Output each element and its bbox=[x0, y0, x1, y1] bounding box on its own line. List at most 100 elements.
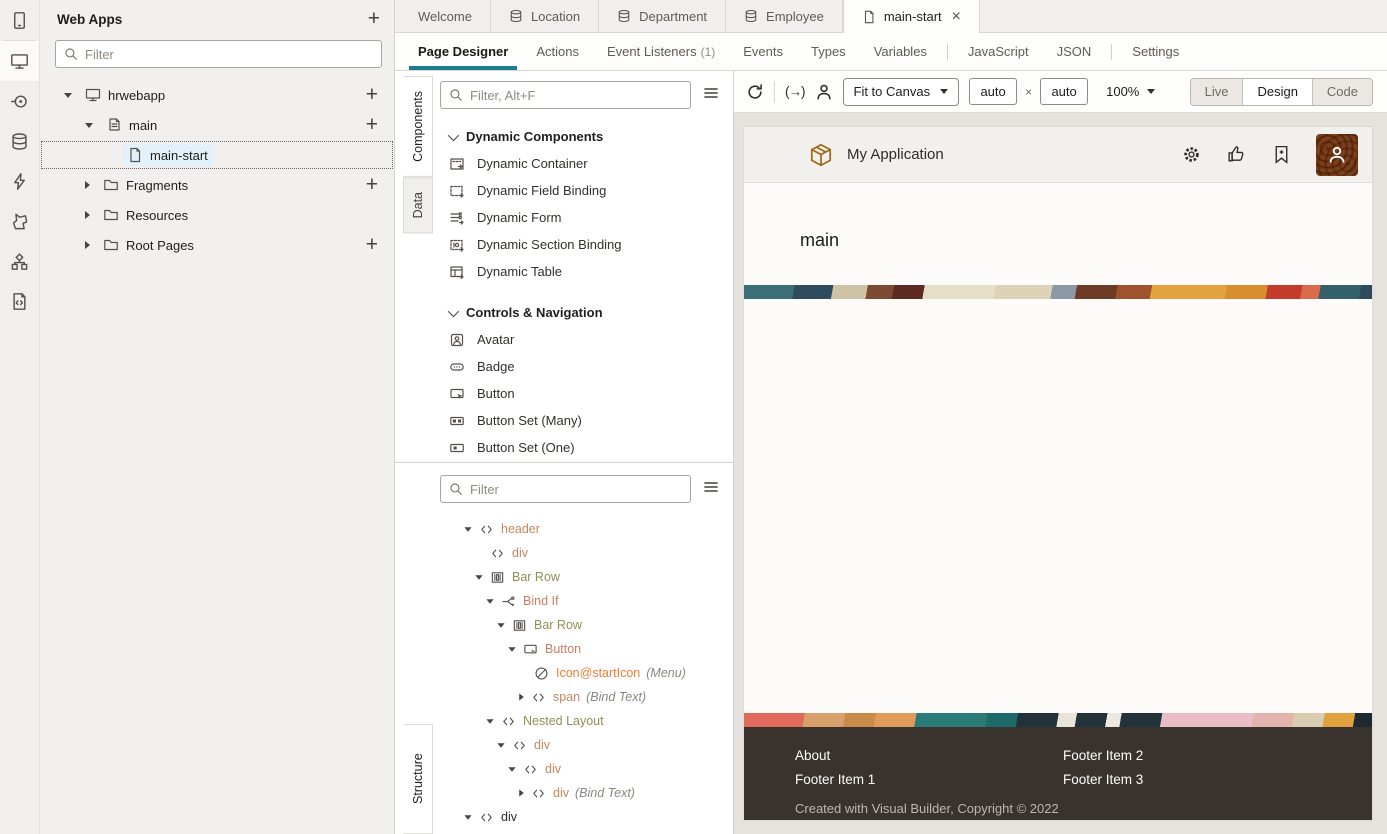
zoom-dropdown[interactable]: 100% bbox=[1102, 84, 1159, 99]
canvas-height-input[interactable] bbox=[1040, 78, 1088, 105]
palette-menu-icon[interactable] bbox=[691, 85, 731, 106]
tree-row[interactable]: Resources + bbox=[40, 200, 394, 230]
web-apps-filter[interactable] bbox=[55, 40, 382, 68]
caret-icon[interactable] bbox=[85, 241, 90, 249]
caret-icon[interactable] bbox=[519, 789, 524, 796]
caret-icon[interactable] bbox=[486, 719, 493, 724]
source-icon[interactable] bbox=[0, 281, 39, 321]
user-preview-icon[interactable] bbox=[815, 83, 833, 101]
caret-icon[interactable] bbox=[464, 815, 471, 820]
add-button[interactable]: + bbox=[366, 116, 378, 134]
add-button[interactable]: + bbox=[366, 236, 378, 254]
caret-icon[interactable] bbox=[475, 575, 482, 580]
structure-tree-row[interactable]: div bbox=[440, 805, 731, 829]
bookmark-plus-icon[interactable] bbox=[1271, 144, 1292, 165]
structure-tree-row[interactable]: Nested Layout bbox=[440, 709, 731, 733]
palette-item[interactable]: Dynamic Container bbox=[440, 150, 731, 177]
editor-tab[interactable]: Actions bbox=[527, 33, 588, 70]
editor-tab[interactable]: JavaScript bbox=[959, 33, 1038, 70]
mobile-apps-icon[interactable] bbox=[0, 0, 39, 40]
structure-filter[interactable] bbox=[440, 475, 691, 503]
gear-icon[interactable] bbox=[1181, 144, 1202, 165]
palette-section-header[interactable]: Controls & Navigation bbox=[448, 305, 731, 320]
web-apps-filter-input[interactable] bbox=[85, 47, 373, 62]
add-button[interactable]: + bbox=[366, 176, 378, 194]
palette-item[interactable]: Button bbox=[440, 380, 731, 407]
doc-tab[interactable]: Welcome bbox=[400, 0, 491, 32]
structure-tree-row[interactable]: div bbox=[440, 733, 731, 757]
tree-row[interactable]: main-start + bbox=[40, 140, 394, 170]
caret-icon[interactable] bbox=[464, 527, 471, 532]
footer-link[interactable]: Footer Item 3 bbox=[1063, 768, 1331, 792]
caret-icon[interactable] bbox=[486, 599, 493, 604]
actions-icon[interactable] bbox=[0, 161, 39, 201]
tree-row[interactable]: Root Pages + bbox=[40, 230, 394, 260]
structure-menu-icon[interactable] bbox=[691, 479, 731, 500]
footer-link[interactable]: Footer Item 2 bbox=[1063, 744, 1331, 768]
add-web-app-button[interactable]: + bbox=[368, 10, 380, 28]
editor-tab[interactable]: JSON bbox=[1048, 33, 1101, 70]
structure-tree-row[interactable]: div (Bind Text) bbox=[440, 781, 731, 805]
canvas-width-input[interactable] bbox=[969, 78, 1017, 105]
structure-tree-row[interactable]: Icon@startIcon (Menu) bbox=[440, 661, 731, 685]
footer-link[interactable]: Footer Item 1 bbox=[795, 768, 1063, 792]
caret-icon[interactable] bbox=[508, 767, 515, 772]
editor-tab[interactable]: Types bbox=[802, 33, 855, 70]
service-connections-icon[interactable] bbox=[0, 81, 39, 121]
editor-tab[interactable]: Page Designer bbox=[409, 33, 517, 70]
business-objects-icon[interactable] bbox=[0, 121, 39, 161]
caret-icon[interactable] bbox=[85, 181, 90, 189]
structure-tree-row[interactable]: header bbox=[440, 517, 731, 541]
refresh-icon[interactable] bbox=[746, 83, 764, 101]
web-apps-icon[interactable] bbox=[0, 41, 39, 81]
caret-icon[interactable] bbox=[64, 93, 72, 98]
components-filter-input[interactable] bbox=[470, 88, 682, 103]
palette-vertical-tab[interactable]: Components bbox=[403, 76, 433, 177]
caret-icon[interactable] bbox=[85, 211, 90, 219]
avatar[interactable] bbox=[1316, 134, 1358, 176]
footer-link[interactable]: About bbox=[795, 744, 1063, 768]
editor-tab[interactable]: Variables bbox=[865, 33, 936, 70]
palette-item[interactable]: Button Set (Many) bbox=[440, 407, 731, 434]
mode-button[interactable]: Design bbox=[1243, 79, 1312, 105]
caret-icon[interactable] bbox=[519, 693, 524, 700]
close-icon[interactable]: × bbox=[952, 9, 961, 25]
structure-tree-row[interactable]: span (Bind Text) bbox=[440, 685, 731, 709]
structure-vertical-tab[interactable]: Structure bbox=[403, 724, 433, 834]
structure-tree-row[interactable]: Button bbox=[440, 637, 731, 661]
caret-icon[interactable] bbox=[85, 123, 93, 128]
structure-tree-row[interactable]: Bar Row bbox=[440, 565, 731, 589]
doc-tab[interactable]: Department bbox=[599, 0, 726, 32]
mode-button[interactable]: Live bbox=[1191, 79, 1244, 105]
palette-vertical-tab[interactable]: Data bbox=[403, 177, 433, 233]
fit-to-canvas-dropdown[interactable]: Fit to Canvas bbox=[843, 78, 960, 106]
components-filter[interactable] bbox=[440, 81, 691, 109]
palette-item[interactable]: Dynamic Field Binding bbox=[440, 177, 731, 204]
caret-icon[interactable] bbox=[508, 647, 515, 652]
mode-button[interactable]: Code bbox=[1313, 79, 1372, 105]
tree-row[interactable]: hrwebapp + bbox=[40, 80, 394, 110]
palette-item[interactable]: Dynamic Form bbox=[440, 204, 731, 231]
palette-section-header[interactable]: Dynamic Components bbox=[448, 129, 731, 144]
design-canvas-page[interactable]: My Application main bbox=[743, 126, 1373, 821]
palette-item[interactable]: Dynamic Section Binding bbox=[440, 231, 731, 258]
caret-icon[interactable] bbox=[497, 743, 504, 748]
thumbs-up-icon[interactable] bbox=[1226, 144, 1247, 165]
palette-item[interactable]: Avatar bbox=[440, 326, 731, 353]
editor-tab[interactable]: Event Listeners (1) bbox=[598, 33, 724, 70]
tree-row[interactable]: main + bbox=[40, 110, 394, 140]
diagram-icon[interactable] bbox=[0, 241, 39, 281]
editor-tab[interactable]: Settings bbox=[1123, 33, 1188, 70]
editor-tab[interactable]: Events bbox=[734, 33, 792, 70]
structure-tree-row[interactable]: Bind If bbox=[440, 589, 731, 613]
structure-filter-input[interactable] bbox=[470, 482, 682, 497]
add-button[interactable]: + bbox=[366, 86, 378, 104]
palette-item[interactable]: Button Set (One) bbox=[440, 434, 731, 461]
structure-tree-row[interactable]: div bbox=[440, 757, 731, 781]
fragments-icon[interactable] bbox=[0, 201, 39, 241]
page-parameters-icon[interactable]: (→) bbox=[785, 84, 805, 99]
structure-tree-row[interactable]: Bar Row bbox=[440, 613, 731, 637]
palette-item[interactable]: Dynamic Table bbox=[440, 258, 731, 285]
structure-tree-row[interactable]: div bbox=[440, 541, 731, 565]
doc-tab[interactable]: main-start × bbox=[843, 0, 980, 33]
